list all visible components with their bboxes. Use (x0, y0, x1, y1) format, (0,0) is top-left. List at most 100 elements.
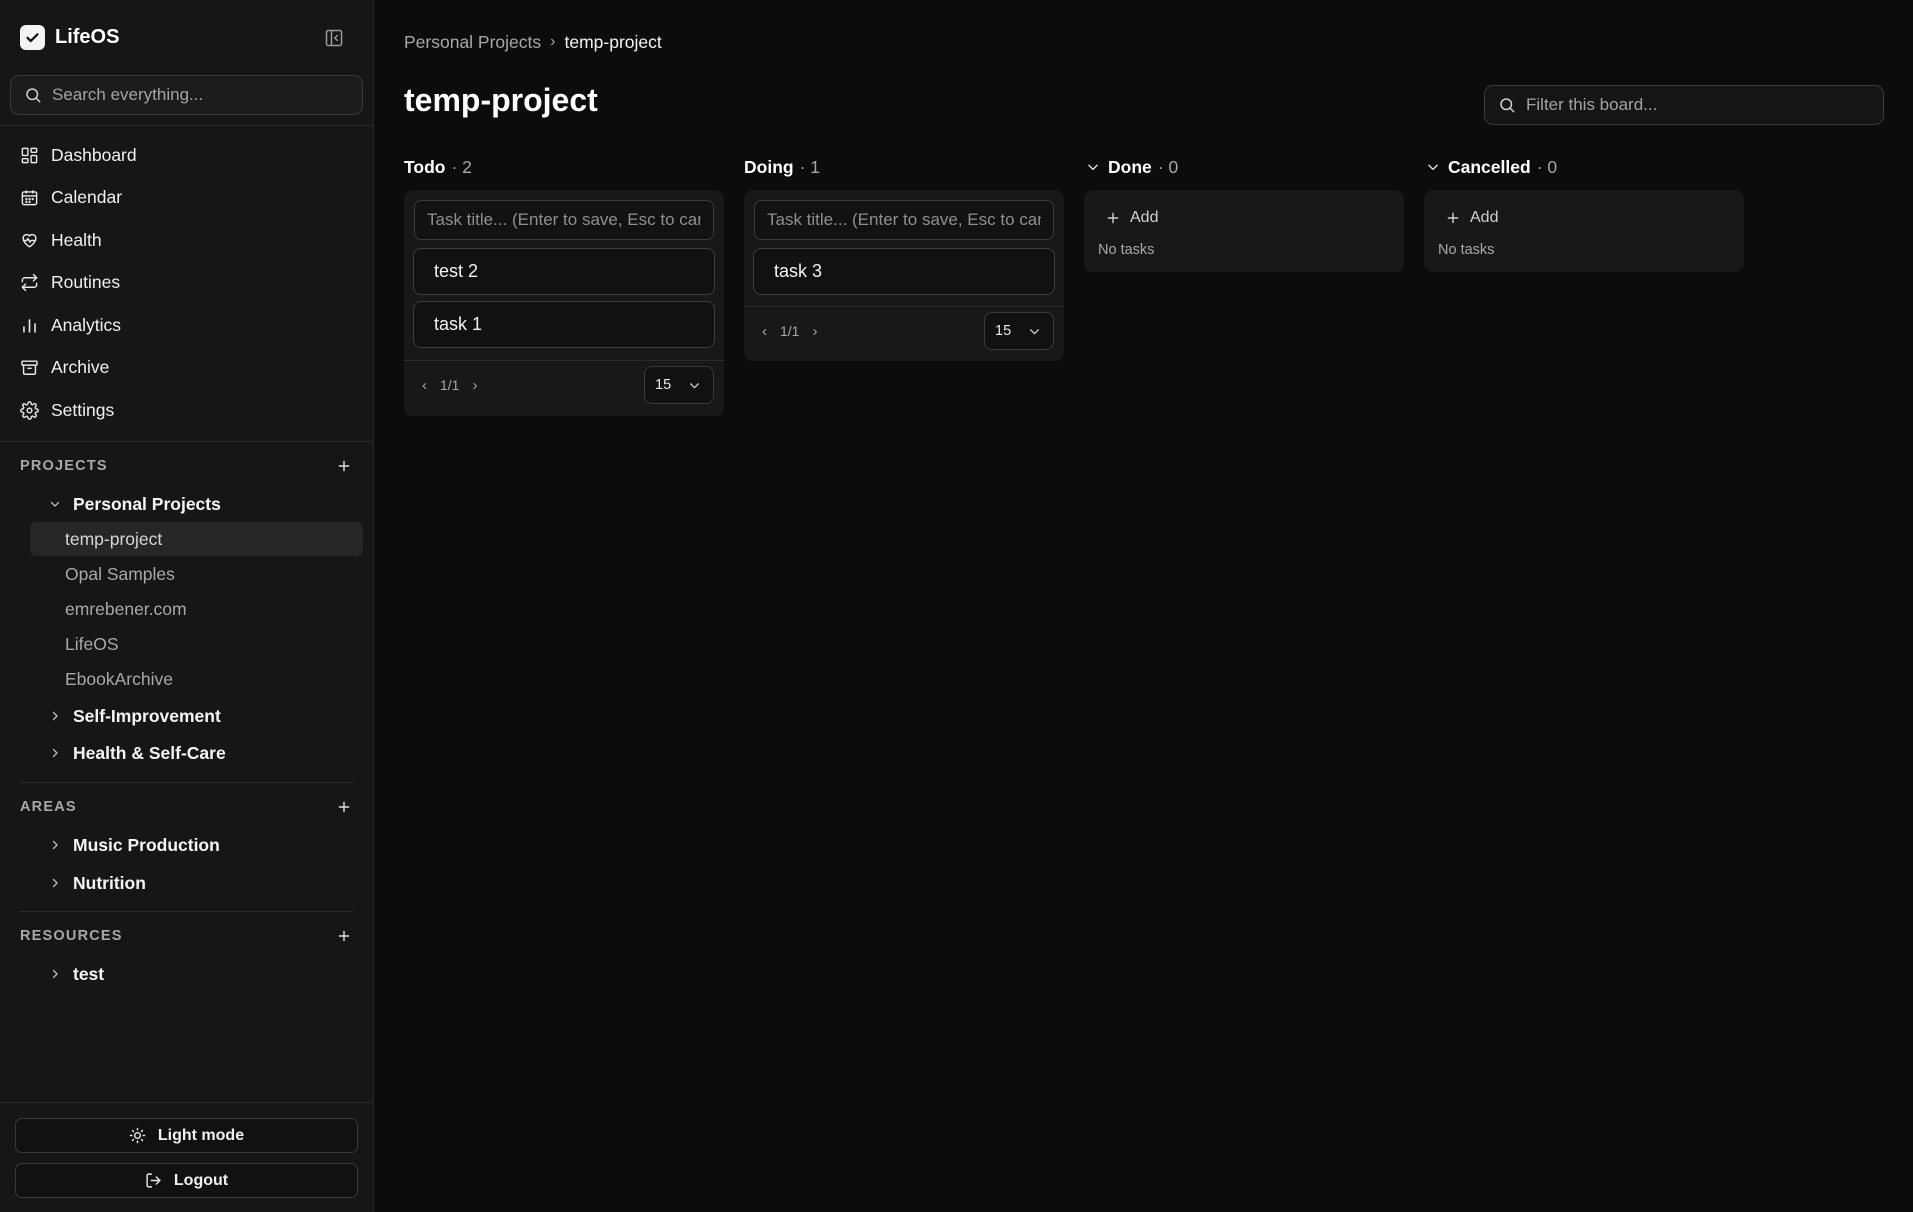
light-mode-button[interactable]: Light mode (15, 1118, 358, 1153)
repeat-icon (21, 274, 38, 292)
column-name: Todo (404, 156, 446, 177)
main-nav: Dashboard Calendar Health Routines Analy… (10, 134, 364, 432)
logout-button[interactable]: Logout (15, 1163, 358, 1198)
add-task-label: Add (1130, 209, 1159, 226)
divider (744, 306, 1064, 307)
chevron-down-icon (690, 382, 699, 388)
nav-item-label: Dashboard (51, 144, 137, 165)
new-task-input[interactable] (754, 200, 1054, 240)
project-item-label: temp-project (65, 528, 163, 549)
page-size-value: 15 (995, 323, 1012, 339)
sidebar-collapse-icon[interactable] (322, 26, 346, 50)
task-title: test 2 (434, 261, 479, 281)
new-task-input[interactable] (414, 200, 714, 240)
nav-item-label: Settings (51, 399, 115, 420)
task-card[interactable]: test 2 (413, 248, 715, 295)
page-size-select[interactable]: 15 (984, 312, 1054, 350)
add-task-button[interactable]: Add (1106, 206, 1158, 230)
breadcrumb-parent-link[interactable]: Personal Projects (404, 32, 541, 53)
task-card[interactable]: task 1 (413, 301, 715, 348)
resource-group-label: test (73, 963, 105, 984)
chevron-down-icon[interactable] (1086, 160, 1100, 174)
column-header-done[interactable]: Done · 0 (1086, 155, 1178, 179)
project-item-ebookarchive[interactable]: EbookArchive (30, 662, 363, 696)
column-count: · 0 (1157, 156, 1179, 177)
project-item-label: EbookArchive (65, 668, 173, 689)
chevron-down-icon[interactable] (1426, 160, 1440, 174)
project-item-temp-project[interactable]: temp-project (30, 522, 363, 556)
task-title: task 3 (774, 261, 823, 281)
pager-prev-button[interactable]: ‹ (422, 377, 427, 394)
project-item-opal-samples[interactable]: Opal Samples (30, 557, 363, 591)
project-group-self-improvement[interactable]: Self-Improvement (30, 699, 363, 733)
add-resource-icon[interactable] (334, 926, 354, 946)
plus-icon (1107, 212, 1119, 224)
pager-page: 1/1 (440, 377, 460, 393)
page-title: temp-project (404, 82, 598, 118)
divider (0, 441, 374, 442)
project-item-emrebener[interactable]: emrebener.com (30, 592, 363, 626)
column-name: Cancelled (1448, 156, 1531, 177)
projects-section-header: PROJECTS (20, 454, 354, 478)
empty-state-text: No tasks (1098, 242, 1155, 258)
global-search[interactable] (10, 75, 363, 115)
project-group-label: Health & Self-Care (73, 742, 226, 763)
area-group-nutrition[interactable]: Nutrition (30, 866, 363, 900)
resource-group-test[interactable]: test (30, 957, 363, 991)
calendar-icon (21, 190, 38, 206)
bar-chart-icon (23, 318, 36, 333)
area-group-label: Music Production (73, 834, 220, 855)
project-item-lifeos[interactable]: LifeOS (30, 627, 363, 661)
nav-item-analytics[interactable]: Analytics (10, 304, 364, 347)
search-icon (1500, 98, 1515, 113)
add-area-icon[interactable] (334, 797, 354, 817)
light-mode-label: Light mode (157, 1126, 245, 1144)
chevron-right-icon (47, 747, 63, 759)
column-header-todo: Todo · 2 (404, 155, 472, 179)
pager-next-button[interactable]: › (472, 377, 477, 394)
nav-item-archive[interactable]: Archive (10, 347, 364, 390)
project-group-health-self-care[interactable]: Health & Self-Care (30, 736, 363, 770)
nav-item-label: Analytics (51, 314, 122, 335)
archive-icon (21, 360, 38, 376)
empty-state-text: No tasks (1438, 242, 1495, 258)
nav-item-calendar[interactable]: Calendar (10, 177, 364, 220)
sun-icon (129, 1127, 146, 1144)
resources-section-title: RESOURCES (20, 928, 123, 944)
divider (404, 360, 724, 361)
resources-section-header: RESOURCES (20, 924, 354, 948)
nav-item-health[interactable]: Health (10, 219, 364, 262)
chevron-right-icon (47, 839, 63, 851)
column-header-doing: Doing · 1 (744, 155, 820, 179)
project-item-label: LifeOS (65, 633, 119, 654)
task-card[interactable]: task 3 (753, 248, 1055, 295)
add-task-label: Add (1470, 209, 1499, 226)
project-group-label: Personal Projects (73, 493, 221, 514)
nav-item-dashboard[interactable]: Dashboard (10, 134, 364, 177)
nav-item-label: Health (51, 229, 102, 250)
add-task-button[interactable]: Add (1446, 206, 1498, 230)
nav-item-settings[interactable]: Settings (10, 389, 364, 432)
brand[interactable]: LifeOS (20, 24, 119, 50)
add-project-icon[interactable] (334, 456, 354, 476)
board-column-doing: task 3 ‹ 1/1 › 15 (744, 190, 1064, 361)
divider (0, 1102, 374, 1103)
project-group-personal-projects[interactable]: Personal Projects (30, 487, 363, 521)
pager-next-button[interactable]: › (812, 323, 817, 340)
nav-item-routines[interactable]: Routines (10, 262, 364, 305)
column-header-cancelled[interactable]: Cancelled · 0 (1426, 155, 1557, 179)
area-group-music-production[interactable]: Music Production (30, 828, 363, 862)
pager-prev-button[interactable]: ‹ (762, 323, 767, 340)
areas-section-title: AREAS (20, 799, 77, 815)
project-item-label: emrebener.com (65, 598, 187, 619)
filter-input[interactable] (1526, 95, 1866, 115)
column-count: · 0 (1536, 156, 1558, 177)
search-input[interactable] (52, 85, 342, 105)
column-count: · 1 (799, 156, 821, 177)
project-group-label: Self-Improvement (73, 705, 221, 726)
logout-label: Logout (173, 1171, 229, 1189)
board-filter[interactable] (1484, 85, 1884, 125)
page-size-select[interactable]: 15 (644, 366, 714, 404)
chevron-right-icon (47, 877, 63, 889)
checkmark-logo-icon (20, 24, 45, 50)
